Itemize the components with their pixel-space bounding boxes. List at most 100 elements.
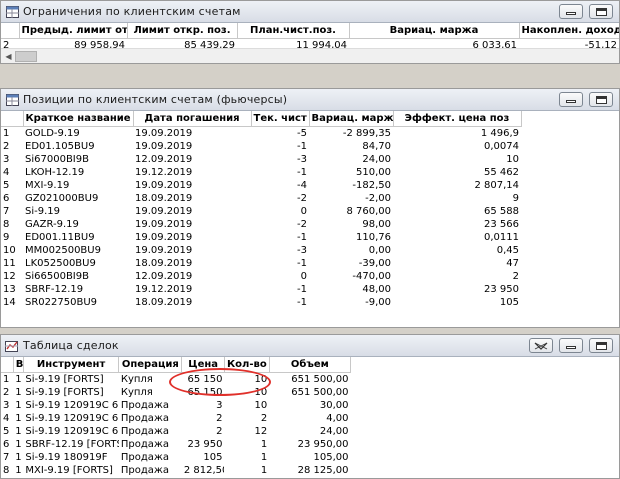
cell: 4,00 [326,412,349,424]
positions-window: Позиции по клиентским счетам (фьючерсы) … [0,88,620,328]
table-icon [5,93,19,107]
cell: -2 899,35 [342,127,391,139]
cell: Продажа [120,464,170,476]
cell: MXI-9.19 [25,179,70,191]
column-header[interactable]: В [13,357,24,373]
cell: 23 950 [484,283,519,295]
table-icon [5,5,19,19]
cell: 12 [3,270,16,282]
table-row[interactable]: 4 1 Si-9.19 120919C 6 Продажа 2 2 4,00 [1,412,351,425]
table-row[interactable]: 4 LKOH-12.19 19.12.2019 -1 510,00 55 462 [1,166,521,179]
table-row[interactable]: 6 GZ021000BU9 18.09.2019 -2 -2,00 9 [1,192,521,205]
cell: 105 [203,451,223,463]
cell: 30,00 [319,399,349,411]
minimize-button[interactable] [559,4,583,19]
table-row[interactable]: 13 SBRF-12.19 19.12.2019 -1 48,00 23 950 [1,283,521,296]
positions-titlebar[interactable]: Позиции по клиентским счетам (фьючерсы) [1,89,619,111]
column-header[interactable]: Инструмент [23,357,120,373]
table-row[interactable]: 2 ED01.105BU9 19.09.2019 -1 84,70 0,0074 [1,140,521,153]
table-row[interactable]: 5 1 Si-9.19 120919C 6 Продажа 2 12 24,00 [1,425,351,438]
cell: 23 950,00 [297,438,349,450]
column-header[interactable] [1,23,20,39]
cell: 19.09.2019 [135,140,193,152]
column-header[interactable]: Вариац. маржа [349,23,520,39]
column-header[interactable]: Краткое название [23,111,134,127]
column-header[interactable]: Объем [269,357,352,373]
cell: 11 [3,257,16,269]
table-options-button[interactable] [529,338,553,353]
cell: GOLD-9.19 [25,127,80,139]
table-row[interactable]: 14 SR022750BU9 18.09.2019 -1 -9,00 105 [1,296,521,309]
table-row[interactable]: 3 1 Si-9.19 120919C 6 Продажа 3 10 30,00 [1,399,351,412]
column-header[interactable]: Лимит откр. поз. [127,23,238,39]
cell: 19.09.2019 [135,205,193,217]
table-row[interactable]: 8 GAZR-9.19 19.09.2019 -2 98,00 23 566 [1,218,521,231]
cell: 105,00 [313,451,349,463]
table-row[interactable]: 1 GOLD-9.19 19.09.2019 -5 -2 899,35 1 496,9 [1,126,521,140]
column-header[interactable]: Операция [118,357,183,373]
cell: Si67000BI9B [25,153,89,165]
cell: 0 [300,270,307,282]
maximize-icon [595,7,607,16]
table-row[interactable]: 12 Si66500BI9B 12.09.2019 0 -470,00 2 [1,270,521,283]
cell: 47 [506,257,519,269]
cell: 1 [15,464,22,476]
cell: 18.09.2019 [135,192,193,204]
scroll-thumb[interactable] [15,51,37,62]
cell: 19.09.2019 [135,244,193,256]
table-row[interactable]: 7 Si-9.19 19.09.2019 0 8 760,00 65 588 [1,205,521,218]
cell: 1 [15,425,22,437]
cell: Si-9.19 [25,205,60,217]
scroll-left-icon[interactable]: ◀ [3,51,14,62]
cell: GAZR-9.19 [25,218,79,230]
maximize-button[interactable] [589,338,613,353]
minimize-icon [566,346,576,349]
table-row[interactable]: 3 Si67000BI9B 12.09.2019 -3 24,00 10 [1,153,521,166]
table-row[interactable]: 11 LK052500BU9 18.09.2019 -1 -39,00 47 [1,257,521,270]
table-row[interactable]: 6 1 SBRF-12.19 [FORTS Продажа 23 950 1 23 950,… [1,438,351,451]
column-header[interactable]: План.чист.поз. [237,23,350,39]
cell: 10 [506,153,519,165]
cell: -2 [297,192,307,204]
cell: 23 950 [187,438,223,450]
cell: 98,00 [362,218,391,230]
column-header[interactable]: Вариац. маржа [309,111,394,127]
column-header[interactable]: Предыд. лимит откр [19,23,128,39]
limits-titlebar[interactable]: Ограничения по клиентским счетам [1,1,619,23]
column-header[interactable]: Тек. чист [251,111,310,127]
cell: Si66500BI9B [25,270,89,282]
column-header[interactable] [1,357,14,373]
cell: SR022750BU9 [25,296,98,308]
cell: -1 [297,166,307,178]
cell: 0,00 [368,244,391,256]
minimize-button[interactable] [559,338,583,353]
cell: 2 [260,412,268,424]
table-row[interactable]: 8 1 MXI-9.19 [FORTS] Продажа 2 812,50 1 28 125… [1,464,351,477]
maximize-button[interactable] [589,92,613,107]
table-row[interactable]: 9 ED001.11BU9 19.09.2019 -1 110,76 0,0111 [1,231,521,244]
cell: -1 [297,257,307,269]
column-header[interactable]: Накоплен. доход [519,23,619,39]
minimize-button[interactable] [559,92,583,107]
cell: Продажа [120,451,170,463]
cell: ED001.11BU9 [25,231,95,243]
table-row[interactable]: 10 MM002500BU9 19.09.2019 -3 0,00 0,45 [1,244,521,257]
column-header[interactable] [1,111,24,127]
cell: 2 807,14 [474,179,519,191]
cell: Si-9.19 [FORTS] [25,373,104,385]
table-row[interactable]: 5 MXI-9.19 19.09.2019 -4 -182,50 2 807,14 [1,179,521,192]
cell: 1 [15,399,22,411]
cell: 48,00 [362,283,391,295]
cell: 651 500,00 [291,386,349,398]
cell: 84,70 [362,140,391,152]
cell: 28 125,00 [297,464,349,476]
table-row[interactable]: 7 1 Si-9.19 180919F Продажа 105 1 105,00 [1,451,351,464]
horizontal-scrollbar[interactable]: ◀ [1,48,619,63]
cell: -1 [297,296,307,308]
cell: 24,00 [319,425,349,437]
column-header[interactable]: Дата погашения [133,111,252,127]
column-header[interactable]: Эффект. цена поз [393,111,522,127]
maximize-button[interactable] [589,4,613,19]
table-header-row: В Инструмент Операция Цена Кол-во Объем [1,357,352,373]
deals-titlebar[interactable]: Таблица сделок [1,335,619,357]
